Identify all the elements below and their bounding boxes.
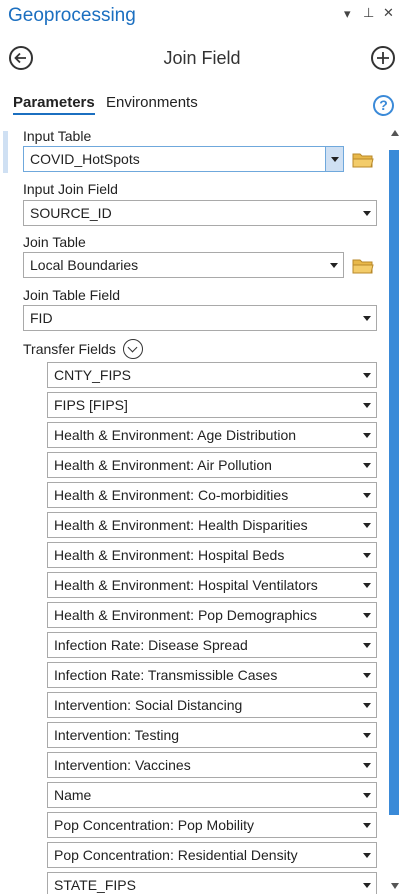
join-table-label: Join Table — [23, 234, 86, 250]
transfer-field-value: STATE_FIPS — [54, 877, 136, 893]
transfer-field-combo[interactable]: Intervention: Social Distancing — [47, 692, 377, 718]
plus-icon — [377, 52, 389, 64]
transfer-field-combo[interactable]: Health & Environment: Co-morbidities — [47, 482, 377, 508]
transfer-field-combo[interactable]: Infection Rate: Transmissible Cases — [47, 662, 377, 688]
transfer-field-value: Health & Environment: Co-morbidities — [54, 487, 289, 503]
dropdown-arrow-icon[interactable] — [358, 873, 376, 894]
input-table-value: COVID_HotSpots — [30, 151, 140, 167]
transfer-field-combo[interactable]: Health & Environment: Pop Demographics — [47, 602, 377, 628]
transfer-field-combo[interactable]: Intervention: Vaccines — [47, 752, 377, 778]
transfer-field-value: Pop Concentration: Residential Density — [54, 847, 298, 863]
input-table-label: Input Table — [23, 128, 92, 144]
input-join-field-combo[interactable]: SOURCE_ID — [23, 200, 377, 226]
dropdown-arrow-icon[interactable] — [358, 573, 376, 597]
scroll-thumb[interactable] — [389, 150, 399, 815]
transfer-field-combo[interactable]: STATE_FIPS — [47, 872, 377, 894]
transfer-field-value: FIPS [FIPS] — [54, 397, 128, 413]
pane-titlebar: Geoprocessing ▾ ⊥ ✕ — [0, 0, 404, 32]
tool-title: Join Field — [163, 48, 241, 68]
dropdown-arrow-icon[interactable] — [358, 723, 376, 747]
dropdown-arrow-icon[interactable] — [358, 423, 376, 447]
dropdown-arrow-icon[interactable] — [358, 663, 376, 687]
transfer-field-combo[interactable]: Health & Environment: Hospital Ventilato… — [47, 572, 377, 598]
chevron-down-icon[interactable] — [123, 339, 143, 359]
add-button[interactable] — [371, 46, 395, 70]
transfer-field-combo[interactable]: CNTY_FIPS — [47, 362, 377, 388]
dropdown-arrow-icon[interactable] — [358, 603, 376, 627]
tab-bar: Parameters Environments — [0, 92, 404, 120]
join-table-field-label: Join Table Field — [23, 287, 121, 303]
dropdown-arrow-icon[interactable] — [358, 813, 376, 837]
transfer-field-combo[interactable]: Intervention: Testing — [47, 722, 377, 748]
tab-environments[interactable]: Environments — [106, 94, 198, 111]
transfer-field-value: Intervention: Testing — [54, 727, 180, 743]
transfer-field-value: Health & Environment: Health Disparities — [54, 517, 308, 533]
folder-icon[interactable] — [352, 151, 374, 169]
folder-icon[interactable] — [352, 257, 374, 275]
dropdown-arrow-icon[interactable] — [358, 393, 376, 417]
transfer-field-combo[interactable]: Infection Rate: Disease Spread — [47, 632, 377, 658]
help-icon[interactable]: ? — [373, 95, 394, 116]
input-join-field-value: SOURCE_ID — [30, 205, 112, 221]
tool-header: Join Field — [0, 42, 404, 78]
input-table-combo[interactable]: COVID_HotSpots — [23, 146, 344, 172]
transfer-fields-label: Transfer Fields — [23, 341, 116, 357]
dropdown-arrow-icon[interactable] — [325, 147, 343, 171]
dropdown-arrow-icon[interactable] — [358, 783, 376, 807]
join-table-value: Local Boundaries — [30, 257, 139, 273]
scroll-up-arrow-icon[interactable] — [391, 130, 399, 136]
dropdown-arrow-icon[interactable] — [358, 483, 376, 507]
dropdown-arrow-icon[interactable] — [325, 253, 343, 277]
dropdown-arrow-icon[interactable] — [358, 453, 376, 477]
transfer-field-combo[interactable]: Health & Environment: Air Pollution — [47, 452, 377, 478]
dropdown-arrow-icon[interactable] — [358, 363, 376, 387]
join-table-field-combo[interactable]: FID — [23, 305, 377, 331]
dropdown-arrow-icon[interactable] — [358, 201, 376, 225]
transfer-field-combo[interactable]: Pop Concentration: Residential Density — [47, 842, 377, 868]
transfer-field-value: Intervention: Social Distancing — [54, 697, 243, 713]
transfer-field-combo[interactable]: FIPS [FIPS] — [47, 392, 377, 418]
transfer-field-combo[interactable]: Health & Environment: Hospital Beds — [47, 542, 377, 568]
join-table-combo[interactable]: Local Boundaries — [23, 252, 344, 278]
transfer-field-value: Health & Environment: Air Pollution — [54, 457, 272, 473]
join-table-field-value: FID — [30, 310, 53, 326]
transfer-field-value: Health & Environment: Pop Demographics — [54, 607, 318, 623]
dropdown-arrow-icon[interactable] — [358, 753, 376, 777]
transfer-field-combo[interactable]: Health & Environment: Age Distribution — [47, 422, 377, 448]
scroll-down-arrow-icon[interactable] — [391, 883, 399, 889]
transfer-field-value: Pop Concentration: Pop Mobility — [54, 817, 254, 833]
dropdown-arrow-icon[interactable] — [358, 693, 376, 717]
transfer-field-combo[interactable]: Health & Environment: Health Disparities — [47, 512, 377, 538]
transfer-field-value: Health & Environment: Age Distribution — [54, 427, 297, 443]
transfer-field-combo[interactable]: Pop Concentration: Pop Mobility — [47, 812, 377, 838]
transfer-field-value: Infection Rate: Disease Spread — [54, 637, 248, 653]
active-parameter-indicator — [3, 131, 8, 173]
tab-parameters[interactable]: Parameters — [13, 94, 95, 115]
dropdown-arrow-icon[interactable] — [358, 633, 376, 657]
vertical-scrollbar[interactable] — [388, 126, 402, 894]
transfer-field-value: CNTY_FIPS — [54, 367, 132, 383]
pane-options-icon[interactable]: ▾ — [344, 6, 351, 22]
close-icon[interactable]: ✕ — [383, 5, 394, 21]
parameters-panel: Input Table COVID_HotSpots Input Join Fi… — [0, 126, 388, 894]
dropdown-arrow-icon[interactable] — [358, 513, 376, 537]
input-join-field-label: Input Join Field — [23, 181, 118, 197]
transfer-field-value: Health & Environment: Hospital Beds — [54, 547, 285, 563]
transfer-field-combo[interactable]: Name — [47, 782, 377, 808]
pane-title: Geoprocessing — [8, 5, 136, 26]
dropdown-arrow-icon[interactable] — [358, 543, 376, 567]
dropdown-arrow-icon[interactable] — [358, 843, 376, 867]
transfer-field-value: Health & Environment: Hospital Ventilato… — [54, 577, 318, 593]
dropdown-arrow-icon[interactable] — [358, 306, 376, 330]
transfer-field-value: Name — [54, 787, 92, 803]
pin-icon[interactable]: ⊥ — [363, 5, 374, 21]
transfer-field-value: Intervention: Vaccines — [54, 757, 191, 773]
transfer-field-value: Infection Rate: Transmissible Cases — [54, 667, 278, 683]
